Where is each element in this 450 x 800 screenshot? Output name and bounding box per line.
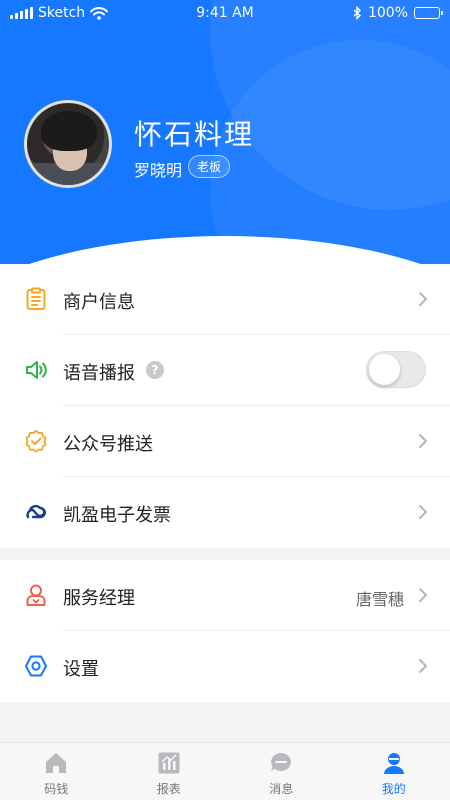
speaker-icon	[26, 361, 47, 379]
chart-icon	[158, 752, 180, 774]
menu-item-label: 设置	[63, 659, 99, 680]
tab-label: 报表	[156, 782, 181, 796]
tab-messages[interactable]: 消息	[225, 743, 338, 800]
clipboard-icon	[26, 287, 46, 310]
menu-item-service-manager[interactable]: 服务经理 唐雪穗	[0, 560, 450, 631]
message-icon	[271, 753, 292, 772]
menu-item-label: 服务经理	[63, 588, 135, 609]
toggle-knob	[369, 354, 400, 385]
menu-group-account: 商户信息 语音播报 ? 公众号推送 凯盈电子发票	[0, 264, 450, 548]
menu-item-label: 商户信息	[63, 292, 135, 313]
shop-name: 怀石料理	[134, 118, 255, 151]
menu-item-voice-broadcast: 语音播报 ?	[0, 335, 450, 406]
avatar[interactable]	[24, 100, 112, 188]
settings-hex-icon	[25, 655, 47, 677]
menu-item-label: 语音播报	[63, 363, 135, 384]
menu-item-label: 公众号推送	[63, 434, 153, 455]
tab-label: 码钱	[44, 782, 69, 796]
chevron-right-icon	[419, 434, 427, 448]
chevron-right-icon	[419, 659, 427, 673]
menu-group-service: 服务经理 唐雪穗 设置	[0, 560, 450, 702]
menu-item-label: 凯盈电子发票	[63, 505, 171, 526]
menu-item-settings[interactable]: 设置	[0, 631, 450, 702]
verified-badge-icon	[25, 429, 47, 453]
chevron-right-icon	[419, 505, 427, 519]
menu-item-official-account-push[interactable]: 公众号推送	[0, 406, 450, 477]
mine-icon	[383, 753, 404, 774]
menu-item-merchant-info[interactable]: 商户信息	[0, 264, 450, 335]
home-icon	[46, 753, 67, 773]
voice-broadcast-toggle[interactable]	[366, 351, 426, 388]
bluetooth-icon	[353, 6, 361, 20]
role-badge: 老板	[188, 155, 231, 178]
owner-name: 罗晓明	[134, 161, 183, 180]
battery-percent: 100%	[367, 5, 408, 21]
tab-label: 我的	[381, 782, 406, 796]
tab-home[interactable]: 码钱	[0, 743, 113, 800]
tab-reports[interactable]: 报表	[113, 743, 226, 800]
service-manager-name: 唐雪穗	[355, 590, 404, 609]
person-icon	[26, 584, 46, 606]
menu-item-e-invoice[interactable]: 凯盈电子发票	[0, 477, 450, 548]
tab-mine[interactable]: 我的	[338, 743, 450, 800]
chevron-right-icon	[419, 292, 427, 306]
help-icon[interactable]: ?	[146, 361, 164, 379]
status-bar: Sketch 9:41 AM 100%	[0, 0, 450, 28]
chevron-right-icon	[419, 588, 427, 602]
tab-label: 消息	[269, 782, 294, 796]
cloud-link-icon	[26, 504, 46, 519]
battery-icon	[414, 7, 443, 19]
tab-bar: 码钱 报表 消息 我的	[0, 742, 450, 800]
